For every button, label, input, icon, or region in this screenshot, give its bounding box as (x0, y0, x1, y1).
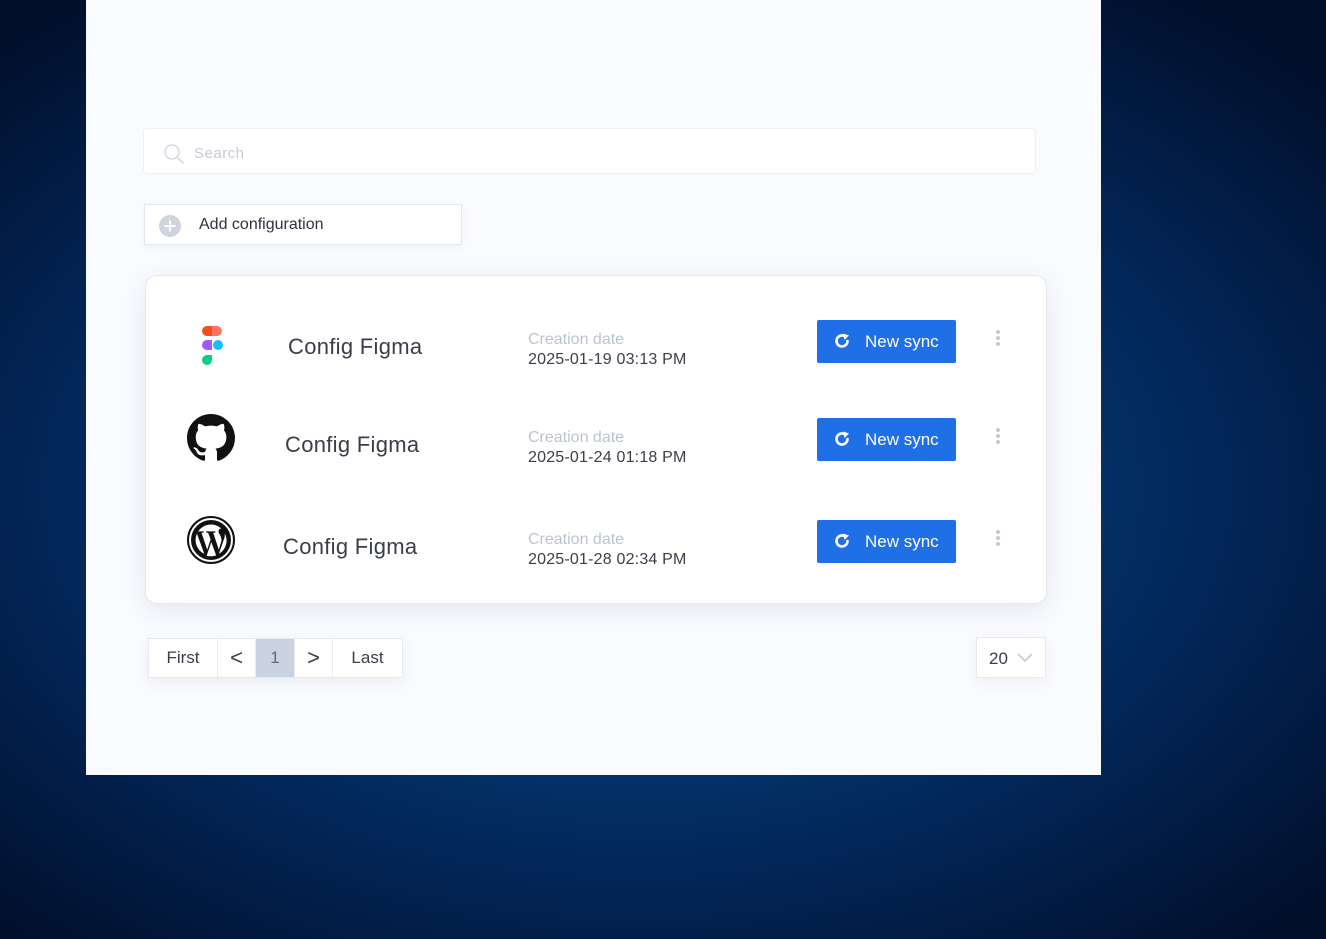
next-page-button[interactable]: > (295, 639, 333, 677)
config-name: Config Figma (285, 432, 420, 457)
last-page-button[interactable]: Last (333, 639, 402, 677)
creation-date-label: Creation date (528, 531, 625, 548)
creation-date-label: Creation date (528, 331, 625, 348)
plus-circle-icon (159, 215, 181, 237)
new-sync-button[interactable]: New sync (817, 520, 956, 563)
creation-date-label: Creation date (528, 429, 625, 446)
config-row: Config Figma Creation date 2025-01-24 01… (146, 403, 1046, 503)
wordpress-logo-icon (187, 516, 235, 564)
config-name: Config Figma (283, 534, 418, 559)
refresh-icon (835, 533, 849, 548)
creation-date-value: 2025-01-24 01:18 PM (528, 449, 687, 466)
refresh-icon (835, 333, 849, 348)
config-row: Config Figma Creation date 2025-01-19 03… (146, 305, 1046, 405)
search-input[interactable] (192, 141, 996, 165)
per-page-select[interactable]: 20 (976, 637, 1046, 678)
creation-date-value: 2025-01-19 03:13 PM (528, 351, 687, 368)
new-sync-button[interactable]: New sync (817, 320, 956, 363)
main-panel: Add configuration Config Figma Creation … (86, 0, 1101, 775)
per-page-value: 20 (989, 649, 1008, 668)
new-sync-label: New sync (865, 332, 939, 351)
add-configuration-label: Add configuration (199, 216, 324, 233)
new-sync-label: New sync (865, 430, 939, 449)
new-sync-label: New sync (865, 532, 939, 551)
search-bar[interactable] (143, 128, 1036, 174)
creation-date-value: 2025-01-28 02:34 PM (528, 551, 687, 568)
current-page-button[interactable]: 1 (256, 639, 295, 677)
more-options-icon[interactable] (992, 528, 1004, 556)
new-sync-button[interactable]: New sync (817, 418, 956, 461)
pagination: First < 1 > Last (148, 638, 403, 678)
github-logo-icon (187, 414, 235, 461)
add-configuration-button[interactable]: Add configuration (144, 204, 462, 245)
config-row: Config Figma Creation date 2025-01-28 02… (146, 505, 1046, 605)
config-list: Config Figma Creation date 2025-01-19 03… (145, 275, 1047, 604)
search-icon (164, 144, 184, 164)
more-options-icon[interactable] (992, 426, 1004, 454)
config-name: Config Figma (288, 334, 423, 359)
first-page-button[interactable]: First (149, 639, 218, 677)
previous-page-button[interactable]: < (218, 639, 256, 677)
more-options-icon[interactable] (992, 328, 1004, 356)
refresh-icon (835, 431, 849, 446)
figma-logo-icon (202, 326, 223, 365)
chevron-down-icon (1017, 653, 1033, 663)
